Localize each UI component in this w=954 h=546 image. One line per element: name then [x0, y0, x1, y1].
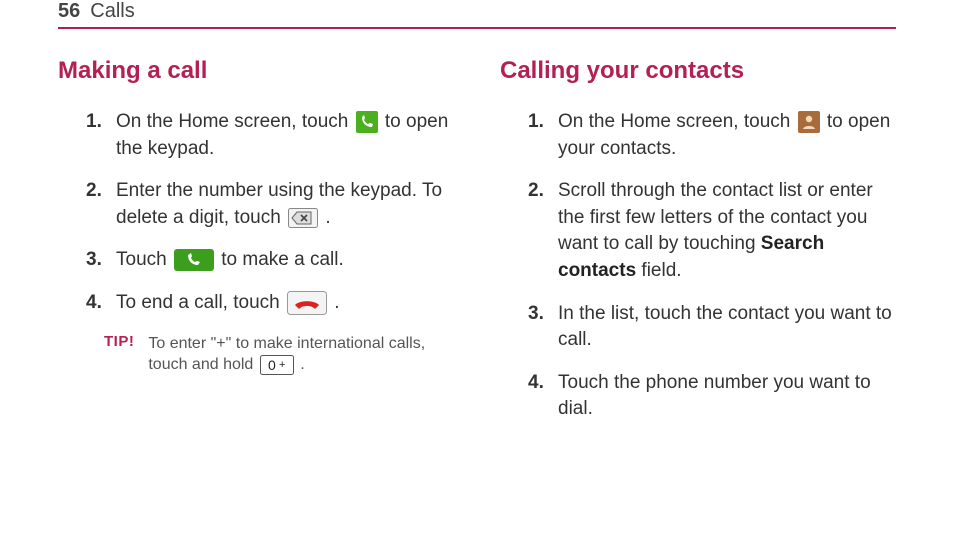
page-header: 56 Calls	[58, 0, 896, 29]
step-text: Touch	[116, 249, 172, 270]
step-3: Touch to make a call.	[86, 247, 454, 274]
tip-box: TIP! To enter "+" to make international …	[104, 333, 454, 376]
step-text: To end a call, touch	[116, 292, 285, 313]
step-1: On the Home screen, touch to open the ke…	[86, 109, 454, 162]
heading-calling-contacts: Calling your contacts	[500, 57, 896, 85]
section-title: Calls	[90, 0, 134, 23]
end-call-icon	[287, 291, 327, 315]
step-4: To end a call, touch .	[86, 290, 454, 317]
step-text: Touch the phone number you want to dial.	[558, 372, 871, 420]
step-text: On the Home screen, touch	[116, 111, 354, 132]
tip-text: To enter "+" to make international calls…	[148, 333, 454, 376]
phone-app-icon	[356, 111, 378, 133]
zero-plus-key-icon: 0+	[260, 355, 294, 375]
step-4: Touch the phone number you want to dial.	[528, 370, 896, 423]
step-text: field.	[636, 260, 681, 281]
svg-text:0: 0	[268, 357, 276, 373]
step-2: Scroll through the contact list or enter…	[528, 178, 896, 284]
left-column: Making a call On the Home screen, touch …	[58, 57, 454, 439]
call-button-icon	[174, 249, 214, 271]
step-3: In the list, touch the contact you want …	[528, 301, 896, 354]
svg-text:+: +	[279, 359, 285, 371]
tip-label: TIP!	[104, 333, 134, 376]
calling-contacts-steps: On the Home screen, touch to open your c…	[528, 109, 896, 423]
step-text: Enter the number using the keypad. To de…	[116, 180, 442, 228]
page-number: 56	[58, 0, 80, 23]
making-a-call-steps: On the Home screen, touch to open the ke…	[86, 109, 454, 317]
step-2: Enter the number using the keypad. To de…	[86, 178, 454, 231]
step-1: On the Home screen, touch to open your c…	[528, 109, 896, 162]
heading-making-a-call: Making a call	[58, 57, 454, 85]
step-text: In the list, touch the contact you want …	[558, 303, 892, 351]
step-text: Scroll through the contact list or enter…	[558, 180, 873, 254]
right-column: Calling your contacts On the Home screen…	[500, 57, 896, 439]
step-text: .	[325, 207, 330, 228]
contacts-app-icon	[798, 111, 820, 133]
step-text: On the Home screen, touch	[558, 111, 796, 132]
backspace-icon	[288, 208, 318, 228]
step-text: .	[334, 292, 339, 313]
step-text: to make a call.	[221, 249, 344, 270]
